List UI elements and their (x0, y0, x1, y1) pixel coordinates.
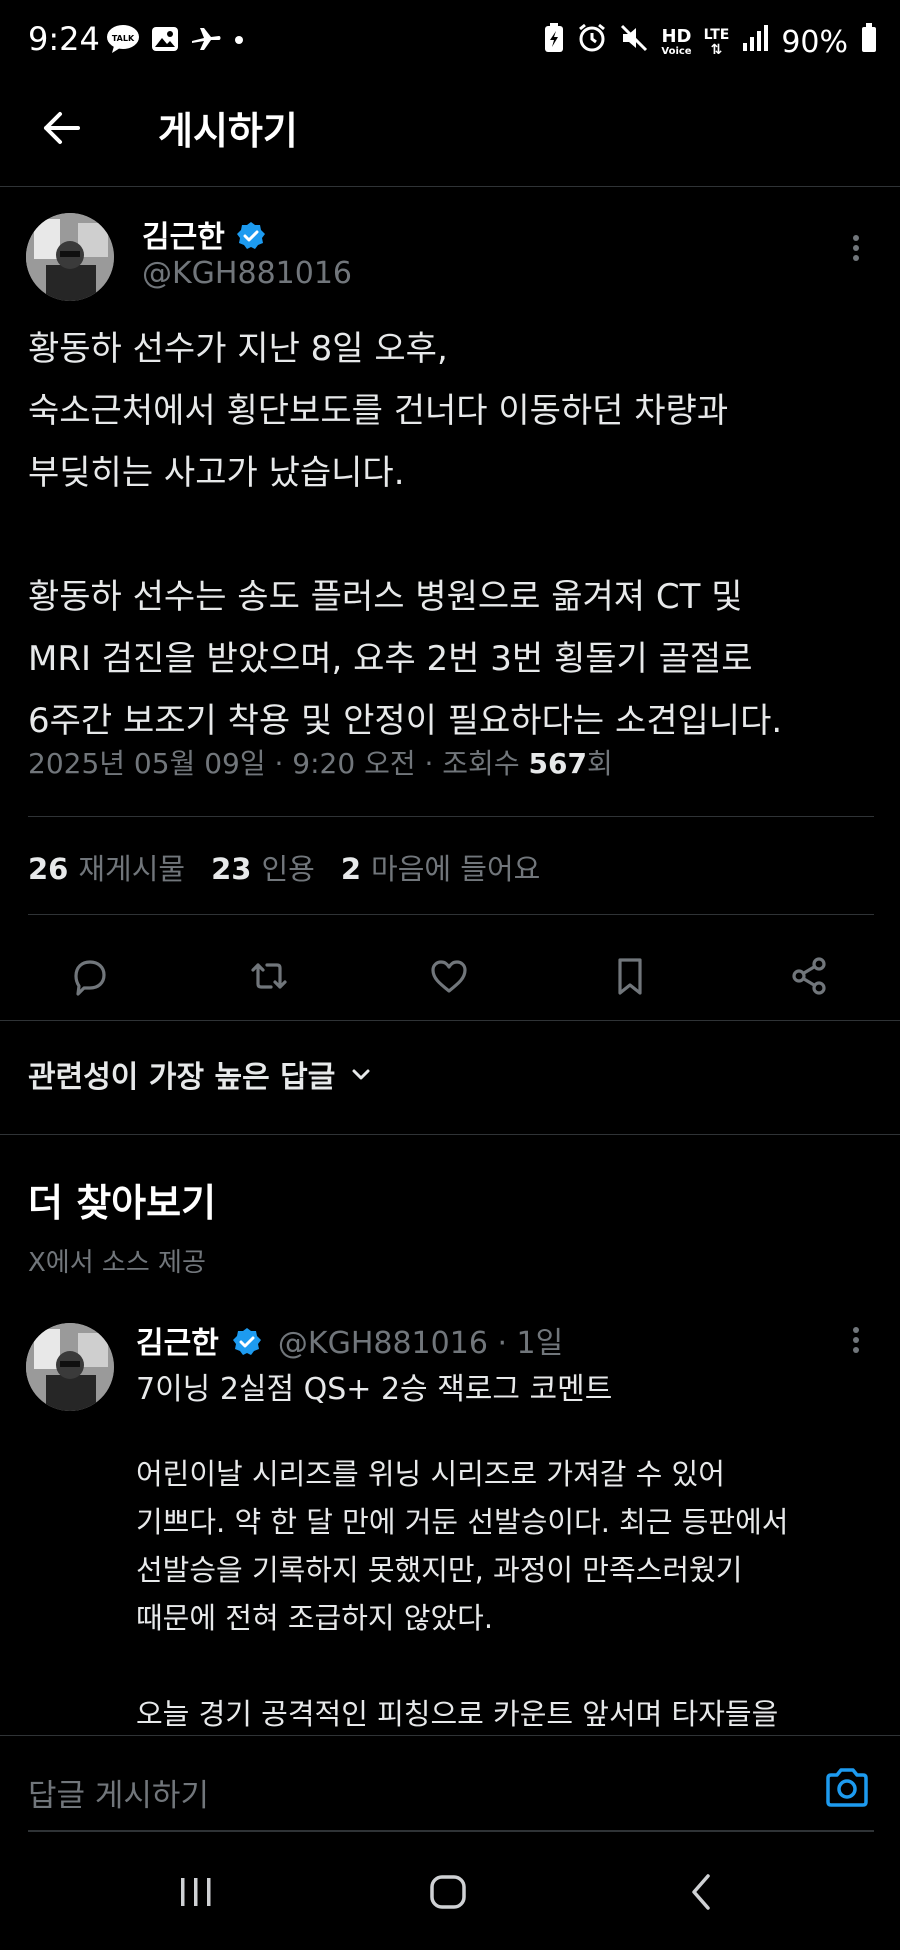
hd-voice-icon: HD Voice (661, 25, 692, 57)
discover-post-text: 어린이날 시리즈를 위닝 시리즈로 가져갈 수 있어 기쁘다. 약 한 달 만에… (136, 1457, 789, 1731)
like-icon (431, 960, 467, 993)
replies-sort-button[interactable]: 관련성이 가장 높은 답글 (28, 1052, 373, 1096)
reply-button[interactable] (62, 948, 118, 1004)
repost-icon (251, 963, 287, 989)
dot-icon (232, 24, 246, 61)
reply-underline (28, 1830, 874, 1832)
more-options-button[interactable] (836, 1320, 876, 1360)
post-text: 황동하 선수가 지난 8일 오후, 숙소근처에서 횡단보도를 건너다 이동하던 … (28, 329, 783, 741)
mute-icon (619, 22, 649, 62)
action-bar (0, 930, 900, 1020)
recent-apps-icon (181, 1878, 211, 1906)
replies-sort-label: 관련성이 가장 높은 답글 (28, 1060, 336, 1095)
stat-reposts[interactable]: 26 재게시물 (28, 846, 185, 888)
author-handle-time: @KGH881016 · 1일 (277, 1326, 564, 1361)
repost-button[interactable] (241, 948, 297, 1004)
avatar[interactable] (26, 213, 114, 301)
like-button[interactable] (421, 948, 477, 1004)
reply-input[interactable]: 답글 게시하기 (28, 1770, 209, 1815)
verified-badge-icon (232, 1327, 262, 1357)
author-handle[interactable]: @KGH881016 (142, 256, 352, 291)
camera-button[interactable] (824, 1766, 870, 1812)
post-meta: 2025년 05월 09일 · 9:20 오전 · 조회수 567회 (28, 742, 613, 782)
discover-title: 더 찾아보기 (28, 1181, 217, 1225)
nav-back-button[interactable] (686, 1872, 716, 1916)
back-button[interactable] (38, 104, 86, 152)
home-button[interactable] (428, 1872, 468, 1916)
lte-icon: LTE ⇅ (703, 26, 730, 58)
discover-author-row: 김근한 @KGH881016 · 1일 (136, 1318, 563, 1362)
verified-badge-icon (236, 221, 266, 251)
battery-percent: 90% (781, 24, 848, 60)
status-right: HD Voice LTE ⇅ 90% (543, 22, 878, 62)
stat-likes[interactable]: 2 마음에 들어요 (341, 846, 541, 888)
divider (28, 816, 874, 817)
signal-icon (741, 23, 769, 61)
divider (0, 1020, 900, 1021)
talk-icon: TALK (106, 24, 140, 61)
page-title: 게시하기 (158, 109, 298, 153)
post-stats: 26 재게시물 23 인용 2 마음에 들어요 (28, 846, 540, 888)
more-options-button[interactable] (836, 228, 876, 268)
chevron-left-icon (692, 1874, 710, 1910)
battery-saver-icon (543, 22, 565, 62)
bookmark-icon (618, 958, 642, 995)
author-name[interactable]: 김근한 (142, 220, 225, 255)
camera-icon (826, 1768, 868, 1807)
reply-icon (74, 960, 106, 996)
more-vertical-icon (853, 1327, 859, 1353)
discover-subtitle: X에서 소스 제공 (28, 1248, 206, 1278)
app-bar (0, 90, 900, 187)
share-button[interactable] (781, 948, 837, 1004)
arrow-left-icon (44, 112, 80, 144)
post-date: 2025년 05월 09일 · 9:20 오전 · 조회수 (28, 747, 529, 780)
share-icon (792, 957, 826, 995)
status-bar: 9:24 TALK HD Voice LTE ⇅ 90% (0, 0, 900, 90)
recent-apps-button[interactable] (178, 1872, 214, 1916)
author-name[interactable]: 김근한 (136, 1326, 219, 1361)
svg-text:TALK: TALK (112, 34, 135, 43)
gallery-icon (150, 24, 180, 61)
discover-post-first-line: 7이닝 2실점 QS+ 2승 잭로그 코멘트 (136, 1372, 613, 1407)
view-count: 567 (528, 747, 587, 780)
battery-icon (860, 22, 878, 62)
status-time: 9:24 (28, 20, 100, 58)
bookmark-button[interactable] (602, 948, 658, 1004)
more-vertical-icon (853, 235, 859, 261)
home-icon (430, 1875, 466, 1909)
chevron-down-icon (352, 1069, 370, 1080)
author-row: 김근한 (142, 212, 266, 256)
avatar[interactable] (26, 1323, 114, 1411)
divider (28, 914, 874, 915)
views-suffix: 회 (586, 747, 613, 780)
airplane-icon (190, 24, 222, 61)
divider (0, 1134, 900, 1135)
stat-quotes[interactable]: 23 인용 (211, 846, 315, 888)
alarm-icon (577, 22, 607, 62)
system-nav-bar (0, 1850, 900, 1950)
status-left-icons: TALK (106, 24, 246, 61)
